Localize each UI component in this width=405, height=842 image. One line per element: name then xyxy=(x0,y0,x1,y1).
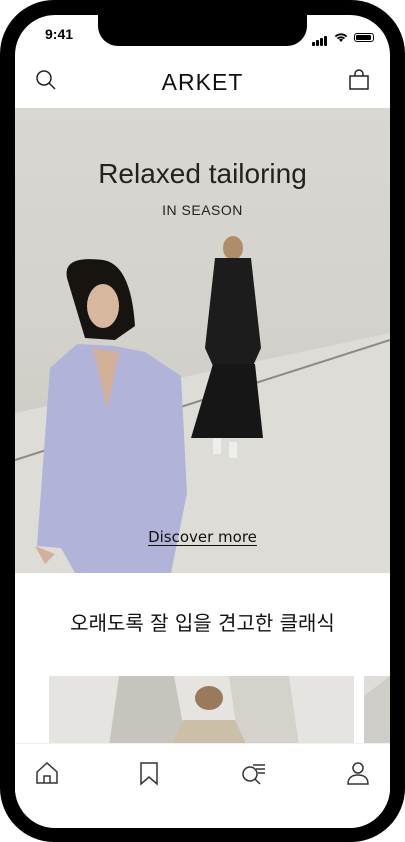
phone-frame: 9:41 ARKET Relaxed tailoring IN SEASON D… xyxy=(0,0,405,842)
status-icons xyxy=(312,28,374,46)
section-title: 오래도록 잘 입을 견고한 클래식 xyxy=(70,611,335,635)
status-time: 9:41 xyxy=(45,26,74,42)
bookmark-icon[interactable] xyxy=(136,760,162,786)
hero-subtitle: IN SEASON xyxy=(162,202,243,218)
shopping-bag-icon[interactable] xyxy=(348,69,370,91)
signal-icon xyxy=(312,28,328,46)
hero-banner[interactable]: Relaxed tailoring IN SEASON Discover mor… xyxy=(15,108,390,573)
app-header: ARKET xyxy=(15,63,390,107)
battery-icon xyxy=(354,32,374,42)
discover-more-link[interactable]: Discover more xyxy=(15,528,390,546)
wifi-icon xyxy=(334,33,348,42)
carousel-card[interactable] xyxy=(49,676,354,746)
explore-icon[interactable] xyxy=(240,760,266,786)
carousel-card-next[interactable] xyxy=(364,676,390,746)
brand-logo[interactable]: ARKET xyxy=(15,69,390,96)
home-icon[interactable] xyxy=(34,760,60,786)
carousel-card-image xyxy=(364,676,390,746)
carousel-card-image xyxy=(49,676,354,746)
user-icon[interactable] xyxy=(345,760,371,786)
app-screen: 9:41 ARKET Relaxed tailoring IN SEASON D… xyxy=(15,15,390,828)
bottom-tab-bar xyxy=(15,743,390,804)
hero-title: Relaxed tailoring xyxy=(98,158,307,189)
device-notch xyxy=(98,15,307,46)
